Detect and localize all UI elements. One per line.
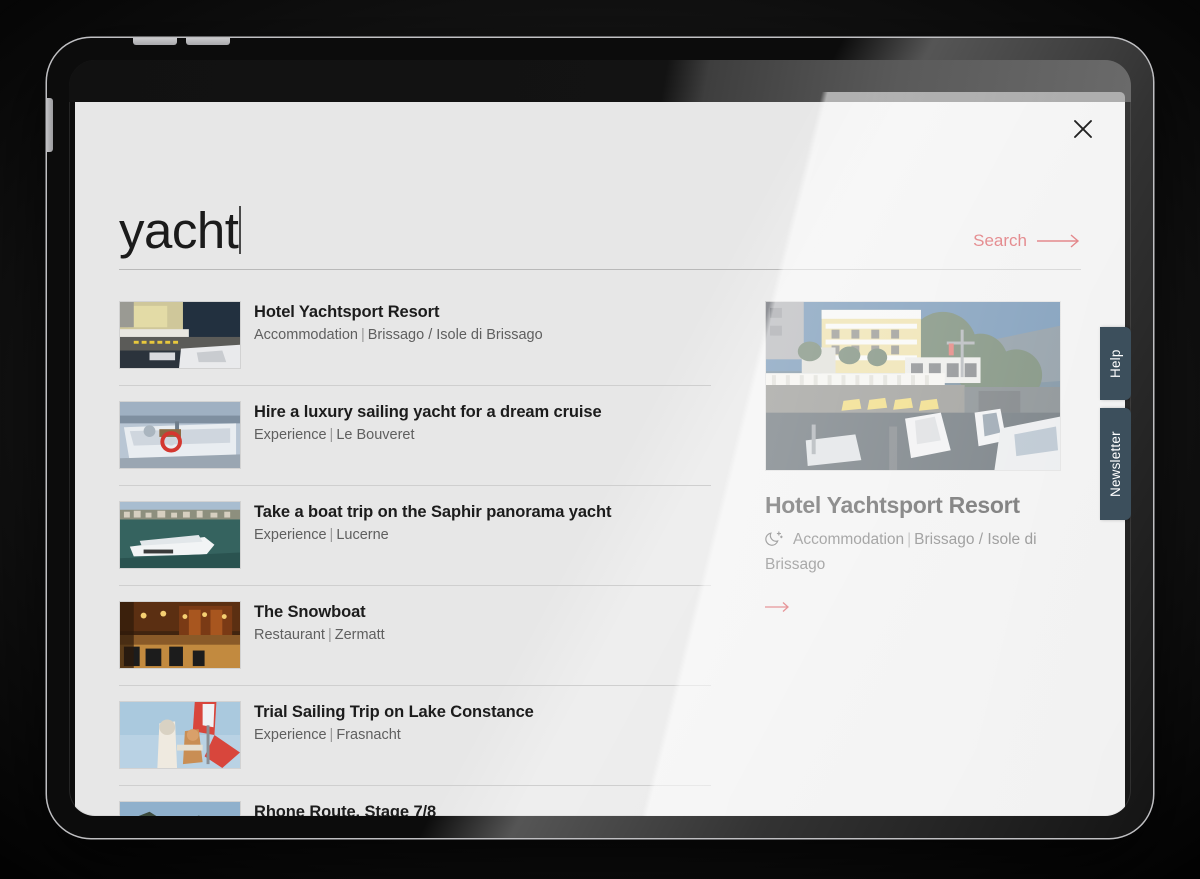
meta-separator: | bbox=[325, 627, 335, 643]
list-item[interactable]: Rhone Route, Stage 7/8 bbox=[119, 786, 711, 816]
result-meta: Experience|Frasnacht bbox=[254, 726, 534, 745]
volume-down-button[interactable] bbox=[186, 38, 230, 45]
meta-separator: | bbox=[327, 527, 337, 543]
result-location: Frasnacht bbox=[336, 727, 400, 743]
result-thumbnail-sailboat-red-sail bbox=[119, 701, 241, 769]
result-category: Experience bbox=[254, 727, 327, 743]
list-item[interactable]: The Snowboat Restaurant|Zermatt bbox=[119, 586, 711, 686]
result-category: Restaurant bbox=[254, 627, 325, 643]
result-text: Hotel Yachtsport Resort Accommodation|Br… bbox=[254, 301, 543, 344]
result-thumbnail-hotel-waterfront bbox=[119, 301, 241, 369]
result-text: The Snowboat Restaurant|Zermatt bbox=[254, 601, 385, 644]
preview-title: Hotel Yachtsport Resort bbox=[765, 492, 1061, 520]
moon-accommodation-icon bbox=[765, 529, 784, 555]
arrow-right-icon bbox=[1037, 234, 1081, 248]
result-title: Take a boat trip on the Saphir panorama … bbox=[254, 502, 611, 523]
side-tabs: Help Newsletter bbox=[1100, 327, 1131, 520]
result-location: Le Bouveret bbox=[336, 427, 414, 443]
list-item[interactable]: Hire a luxury sailing yacht for a dream … bbox=[119, 386, 711, 486]
result-meta: Restaurant|Zermatt bbox=[254, 626, 385, 645]
result-category: Accommodation bbox=[254, 327, 358, 343]
scene: yacht Search bbox=[0, 0, 1200, 879]
result-title: Trial Sailing Trip on Lake Constance bbox=[254, 702, 534, 723]
result-title: Hire a luxury sailing yacht for a dream … bbox=[254, 402, 602, 423]
modal-body: yacht Search bbox=[75, 200, 1125, 816]
preview-panel: Hotel Yachtsport Resort Accommodation|Br… bbox=[765, 301, 1061, 816]
search-input-value: yacht bbox=[119, 205, 238, 257]
result-location: Zermatt bbox=[335, 627, 385, 643]
power-button[interactable] bbox=[47, 98, 53, 152]
result-location: Brissago / Isole di Brissago bbox=[368, 327, 543, 343]
meta-separator: | bbox=[327, 727, 337, 743]
result-category: Experience bbox=[254, 527, 327, 543]
side-tab-help[interactable]: Help bbox=[1100, 327, 1131, 400]
result-thumbnail-sailing-yacht-marina bbox=[119, 401, 241, 469]
results-list: Hotel Yachtsport Resort Accommodation|Br… bbox=[119, 301, 711, 816]
search-input[interactable]: yacht bbox=[119, 200, 973, 257]
result-meta: Experience|Le Bouveret bbox=[254, 426, 602, 445]
result-title: Hotel Yachtsport Resort bbox=[254, 302, 543, 323]
result-thumbnail-panorama-yacht-lake bbox=[119, 501, 241, 569]
volume-up-button[interactable] bbox=[133, 38, 177, 45]
list-item[interactable]: Take a boat trip on the Saphir panorama … bbox=[119, 486, 711, 586]
search-results-area: Hotel Yachtsport Resort Accommodation|Br… bbox=[119, 301, 1081, 816]
meta-separator: | bbox=[358, 327, 368, 343]
result-thumbnail-lake-shore bbox=[119, 801, 241, 816]
list-item[interactable]: Hotel Yachtsport Resort Accommodation|Br… bbox=[119, 301, 711, 386]
search-button-label: Search bbox=[973, 231, 1027, 251]
search-modal: yacht Search bbox=[75, 92, 1125, 816]
result-text: Take a boat trip on the Saphir panorama … bbox=[254, 501, 611, 544]
result-text: Hire a luxury sailing yacht for a dream … bbox=[254, 401, 602, 444]
result-thumbnail-restaurant-interior bbox=[119, 601, 241, 669]
preview-category: Accommodation bbox=[793, 531, 904, 548]
result-text: Trial Sailing Trip on Lake Constance Exp… bbox=[254, 701, 534, 744]
meta-separator: | bbox=[904, 531, 914, 548]
result-title: The Snowboat bbox=[254, 602, 385, 623]
preview-link-arrow-icon[interactable] bbox=[765, 600, 791, 618]
tablet-device: yacht Search bbox=[47, 38, 1153, 838]
result-text: Rhone Route, Stage 7/8 bbox=[254, 801, 436, 816]
tablet-screen: yacht Search bbox=[69, 60, 1131, 816]
result-meta: Experience|Lucerne bbox=[254, 526, 611, 545]
list-item[interactable]: Trial Sailing Trip on Lake Constance Exp… bbox=[119, 686, 711, 786]
result-title: Rhone Route, Stage 7/8 bbox=[254, 802, 436, 816]
meta-separator: | bbox=[327, 427, 337, 443]
search-button[interactable]: Search bbox=[973, 231, 1081, 257]
preview-image-hotel-yachtsport-resort[interactable] bbox=[765, 301, 1061, 471]
search-bar: yacht Search bbox=[119, 200, 1081, 270]
side-tab-newsletter[interactable]: Newsletter bbox=[1100, 408, 1131, 520]
result-location: Lucerne bbox=[336, 527, 388, 543]
result-category: Experience bbox=[254, 427, 327, 443]
text-cursor bbox=[239, 206, 241, 254]
close-icon[interactable] bbox=[1063, 109, 1103, 149]
preview-meta: Accommodation|Brissago / Isole di Brissa… bbox=[765, 529, 1061, 576]
result-meta: Accommodation|Brissago / Isole di Brissa… bbox=[254, 326, 543, 345]
